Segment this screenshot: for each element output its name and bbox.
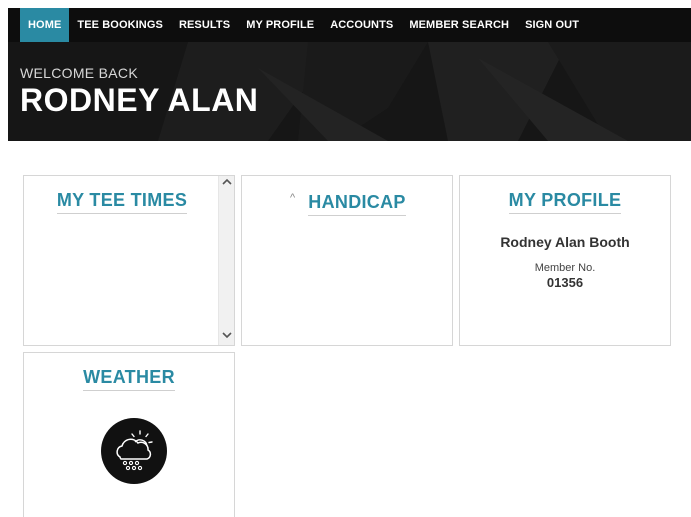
main-nav: HOME TEE BOOKINGS RESULTS MY PROFILE ACC… xyxy=(8,8,691,42)
nav-my-profile[interactable]: MY PROFILE xyxy=(238,8,322,42)
nav-sign-out[interactable]: SIGN OUT xyxy=(517,8,587,42)
nav-results[interactable]: RESULTS xyxy=(171,8,238,42)
tee-times-title: MY TEE TIMES xyxy=(24,190,220,214)
handicap-card: ^ HANDICAP xyxy=(241,175,453,346)
nav-member-search[interactable]: MEMBER SEARCH xyxy=(401,8,517,42)
tee-times-scrollbar[interactable] xyxy=(218,176,234,345)
tee-times-card: MY TEE TIMES xyxy=(23,175,235,346)
profile-card: MY PROFILE Rodney Alan Booth Member No. … xyxy=(459,175,671,346)
nav-home[interactable]: HOME xyxy=(20,8,70,42)
arrow-down-icon[interactable] xyxy=(219,330,235,344)
member-number-value: 01356 xyxy=(546,275,584,290)
header-banner: HOME TEE BOOKINGS RESULTS MY PROFILE ACC… xyxy=(8,8,691,141)
profile-title: MY PROFILE xyxy=(460,190,670,214)
cloud-sun-rain-icon xyxy=(101,418,167,484)
weather-card: WEATHER xyxy=(23,352,235,517)
welcome-name: RODNEY ALAN xyxy=(20,82,259,118)
member-number-label: Member No. xyxy=(534,262,596,274)
welcome-greeting: WELCOME BACK xyxy=(20,65,138,81)
weather-title: WEATHER xyxy=(24,367,234,391)
profile-full-name: Rodney Alan Booth xyxy=(500,234,630,250)
nav-tee-bookings[interactable]: TEE BOOKINGS xyxy=(69,8,171,42)
arrow-up-icon[interactable] xyxy=(219,177,235,191)
nav-accounts[interactable]: ACCOUNTS xyxy=(322,8,401,42)
handicap-title: HANDICAP xyxy=(242,192,452,216)
